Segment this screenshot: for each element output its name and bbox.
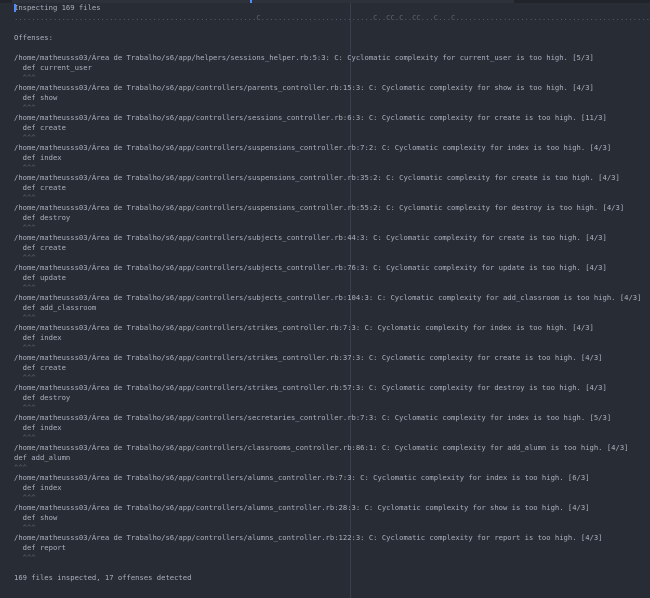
offense-caret: ^^^	[14, 253, 36, 262]
offense-code: def add_alumn	[14, 453, 71, 462]
offense-code: def create	[14, 243, 66, 252]
offense-message: /home/matheusss03/Área de Trabalho/s6/ap…	[14, 503, 590, 512]
offense-message: /home/matheusss03/Área de Trabalho/s6/ap…	[14, 143, 612, 152]
summary-line: 169 files inspected, 17 offenses detecte…	[14, 573, 192, 582]
inspecting-line: Inspecting 169 files	[14, 3, 101, 12]
offense-caret: ^^^	[14, 73, 36, 82]
offense-item: /home/matheusss03/Área de Trabalho/s6/ap…	[14, 503, 650, 533]
offenses-heading: Offenses:	[14, 33, 53, 42]
offense-message: /home/matheusss03/Área de Trabalho/s6/ap…	[14, 263, 607, 272]
offense-message: /home/matheusss03/Área de Trabalho/s6/ap…	[14, 173, 620, 182]
offense-item: /home/matheusss03/Área de Trabalho/s6/ap…	[14, 353, 650, 383]
offense-message: /home/matheusss03/Área de Trabalho/s6/ap…	[14, 533, 603, 542]
offense-caret: ^^^	[14, 103, 36, 112]
offense-item: /home/matheusss03/Área de Trabalho/s6/ap…	[14, 233, 650, 263]
offense-caret: ^^^	[14, 463, 27, 472]
offense-message: /home/matheusss03/Área de Trabalho/s6/ap…	[14, 413, 612, 422]
offense-caret: ^^^	[14, 403, 36, 412]
offense-caret: ^^^	[14, 313, 36, 322]
offense-code: def add_classroom	[14, 303, 97, 312]
offense-caret: ^^^	[14, 433, 36, 442]
offense-caret: ^^^	[14, 193, 36, 202]
offense-message: /home/matheusss03/Área de Trabalho/s6/ap…	[14, 353, 603, 362]
offense-message: /home/matheusss03/Área de Trabalho/s6/ap…	[14, 323, 594, 332]
offense-item: /home/matheusss03/Área de Trabalho/s6/ap…	[14, 53, 650, 83]
offense-code: def update	[14, 273, 66, 282]
offense-code: def index	[14, 483, 62, 492]
offense-item: /home/matheusss03/Área de Trabalho/s6/ap…	[14, 443, 650, 473]
offense-code: def show	[14, 93, 58, 102]
offense-caret: ^^^	[14, 373, 36, 382]
offense-code: def create	[14, 183, 66, 192]
offense-code: def report	[14, 543, 66, 552]
offense-message: /home/matheusss03/Área de Trabalho/s6/ap…	[14, 113, 607, 122]
offense-caret: ^^^	[14, 223, 36, 232]
offense-caret: ^^^	[14, 133, 36, 142]
offense-code: def destroy	[14, 213, 71, 222]
offense-caret: ^^^	[14, 343, 36, 352]
offense-caret: ^^^	[14, 283, 36, 292]
offense-code: def destroy	[14, 393, 71, 402]
offense-message: /home/matheusss03/Área de Trabalho/s6/ap…	[14, 233, 607, 242]
offense-item: /home/matheusss03/Área de Trabalho/s6/ap…	[14, 263, 650, 293]
offense-code: def current_user	[14, 63, 92, 72]
offense-message: /home/matheusss03/Área de Trabalho/s6/ap…	[14, 473, 590, 482]
offense-item: /home/matheusss03/Área de Trabalho/s6/ap…	[14, 473, 650, 503]
offense-item: /home/matheusss03/Área de Trabalho/s6/ap…	[14, 383, 650, 413]
offense-item: /home/matheusss03/Área de Trabalho/s6/ap…	[14, 533, 650, 563]
offense-message: /home/matheusss03/Área de Trabalho/s6/ap…	[14, 203, 625, 212]
editor-text[interactable]: Inspecting 169 files ...................…	[14, 3, 650, 583]
offense-caret: ^^^	[14, 493, 36, 502]
offense-item: /home/matheusss03/Área de Trabalho/s6/ap…	[14, 323, 650, 353]
offense-message: /home/matheusss03/Área de Trabalho/s6/ap…	[14, 383, 607, 392]
offense-item: /home/matheusss03/Área de Trabalho/s6/ap…	[14, 413, 650, 443]
progress-line: ........................................…	[14, 13, 650, 22]
offense-caret: ^^^	[14, 553, 36, 562]
offense-code: def index	[14, 423, 62, 432]
offense-message: /home/matheusss03/Área de Trabalho/s6/ap…	[14, 293, 642, 302]
offense-list: /home/matheusss03/Área de Trabalho/s6/ap…	[14, 53, 650, 563]
offense-code: def index	[14, 153, 62, 162]
offense-item: /home/matheusss03/Área de Trabalho/s6/ap…	[14, 203, 650, 233]
offense-code: def show	[14, 513, 58, 522]
text-cursor	[14, 4, 16, 12]
offense-code: def create	[14, 123, 66, 132]
offense-item: /home/matheusss03/Área de Trabalho/s6/ap…	[14, 143, 650, 173]
offense-message: /home/matheusss03/Área de Trabalho/s6/ap…	[14, 443, 629, 452]
offense-item: /home/matheusss03/Área de Trabalho/s6/ap…	[14, 113, 650, 143]
offense-caret: ^^^	[14, 523, 36, 532]
offense-message: /home/matheusss03/Área de Trabalho/s6/ap…	[14, 83, 594, 92]
offense-item: /home/matheusss03/Área de Trabalho/s6/ap…	[14, 83, 650, 113]
offense-item: /home/matheusss03/Área de Trabalho/s6/ap…	[14, 173, 650, 203]
offense-caret: ^^^	[14, 163, 36, 172]
offense-code: def create	[14, 363, 66, 372]
offense-code: def index	[14, 333, 62, 342]
offense-item: /home/matheusss03/Área de Trabalho/s6/ap…	[14, 293, 650, 323]
offense-message: /home/matheusss03/Área de Trabalho/s6/ap…	[14, 53, 594, 62]
